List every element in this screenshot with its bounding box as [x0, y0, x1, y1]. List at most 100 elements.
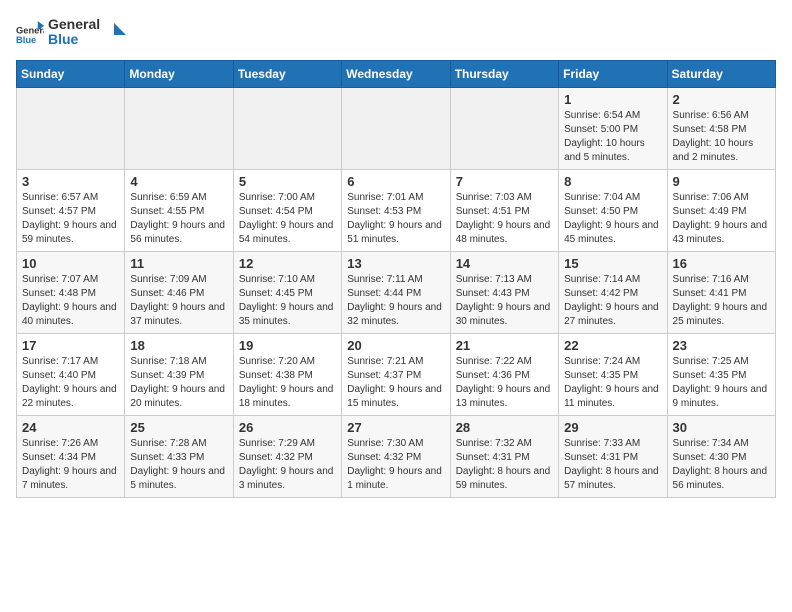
- calendar-table: SundayMondayTuesdayWednesdayThursdayFrid…: [16, 60, 776, 498]
- day-number: 28: [456, 420, 553, 435]
- day-header-sunday: Sunday: [17, 60, 125, 87]
- day-number: 30: [673, 420, 770, 435]
- calendar-cell: 13 Sunrise: 7:11 AM Sunset: 4:44 PM Dayli…: [342, 251, 450, 333]
- day-info: Sunrise: 6:56 AM Sunset: 4:58 PM Dayligh…: [673, 109, 770, 165]
- day-header-monday: Monday: [125, 60, 233, 87]
- day-info: Sunrise: 6:54 AM Sunset: 5:00 PM Dayligh…: [564, 109, 661, 165]
- day-header-wednesday: Wednesday: [342, 60, 450, 87]
- day-number: 24: [22, 420, 119, 435]
- day-header-thursday: Thursday: [450, 60, 558, 87]
- day-number: 3: [22, 174, 119, 189]
- day-info: Sunrise: 7:03 AM Sunset: 4:51 PM Dayligh…: [456, 191, 553, 247]
- day-info: Sunrise: 7:28 AM Sunset: 4:33 PM Dayligh…: [130, 437, 227, 493]
- calendar-cell: 12 Sunrise: 7:10 AM Sunset: 4:45 PM Dayli…: [233, 251, 341, 333]
- day-info: Sunrise: 7:01 AM Sunset: 4:53 PM Dayligh…: [347, 191, 444, 247]
- day-info: Sunrise: 7:32 AM Sunset: 4:31 PM Dayligh…: [456, 437, 553, 493]
- day-number: 14: [456, 256, 553, 271]
- calendar-cell: 28 Sunrise: 7:32 AM Sunset: 4:31 PM Dayli…: [450, 415, 558, 497]
- day-number: 4: [130, 174, 227, 189]
- day-info: Sunrise: 7:29 AM Sunset: 4:32 PM Dayligh…: [239, 437, 336, 493]
- calendar-cell: 16Sunrise: 7:16 AM Sunset: 4:41 PM Dayli…: [667, 251, 775, 333]
- day-number: 19: [239, 338, 336, 353]
- calendar-cell: 1 Sunrise: 6:54 AM Sunset: 5:00 PM Daylig…: [559, 87, 667, 169]
- logo-blue-text: Blue: [48, 31, 100, 48]
- day-number: 11: [130, 256, 227, 271]
- day-number: 22: [564, 338, 661, 353]
- day-info: Sunrise: 7:16 AM Sunset: 4:41 PM Dayligh…: [673, 273, 770, 329]
- calendar-cell: 22 Sunrise: 7:24 AM Sunset: 4:35 PM Dayli…: [559, 333, 667, 415]
- day-info: Sunrise: 7:26 AM Sunset: 4:34 PM Dayligh…: [22, 437, 119, 493]
- day-number: 10: [22, 256, 119, 271]
- calendar-cell: [233, 87, 341, 169]
- logo-icon: General Blue: [16, 18, 44, 46]
- day-info: Sunrise: 7:21 AM Sunset: 4:37 PM Dayligh…: [347, 355, 444, 411]
- day-info: Sunrise: 7:33 AM Sunset: 4:31 PM Dayligh…: [564, 437, 661, 493]
- calendar-week-1: 1 Sunrise: 6:54 AM Sunset: 5:00 PM Daylig…: [17, 87, 776, 169]
- calendar-cell: 27Sunrise: 7:30 AM Sunset: 4:32 PM Dayli…: [342, 415, 450, 497]
- day-number: 20: [347, 338, 444, 353]
- day-info: Sunrise: 7:10 AM Sunset: 4:45 PM Dayligh…: [239, 273, 336, 329]
- calendar-cell: 5 Sunrise: 7:00 AM Sunset: 4:54 PM Daylig…: [233, 169, 341, 251]
- calendar-cell: 25Sunrise: 7:28 AM Sunset: 4:33 PM Dayli…: [125, 415, 233, 497]
- calendar-cell: 20 Sunrise: 7:21 AM Sunset: 4:37 PM Dayli…: [342, 333, 450, 415]
- calendar-cell: 7 Sunrise: 7:03 AM Sunset: 4:51 PM Daylig…: [450, 169, 558, 251]
- day-info: Sunrise: 7:07 AM Sunset: 4:48 PM Dayligh…: [22, 273, 119, 329]
- day-number: 8: [564, 174, 661, 189]
- calendar-week-3: 10 Sunrise: 7:07 AM Sunset: 4:48 PM Dayli…: [17, 251, 776, 333]
- day-info: Sunrise: 7:09 AM Sunset: 4:46 PM Dayligh…: [130, 273, 227, 329]
- calendar-cell: [342, 87, 450, 169]
- day-info: Sunrise: 7:22 AM Sunset: 4:36 PM Dayligh…: [456, 355, 553, 411]
- day-header-tuesday: Tuesday: [233, 60, 341, 87]
- day-number: 26: [239, 420, 336, 435]
- day-info: Sunrise: 7:11 AM Sunset: 4:44 PM Dayligh…: [347, 273, 444, 329]
- calendar-week-2: 3 Sunrise: 6:57 AM Sunset: 4:57 PM Daylig…: [17, 169, 776, 251]
- day-number: 5: [239, 174, 336, 189]
- calendar-cell: 8Sunrise: 7:04 AM Sunset: 4:50 PM Daylig…: [559, 169, 667, 251]
- header-row: SundayMondayTuesdayWednesdayThursdayFrid…: [17, 60, 776, 87]
- day-number: 13: [347, 256, 444, 271]
- day-info: Sunrise: 6:57 AM Sunset: 4:57 PM Dayligh…: [22, 191, 119, 247]
- calendar-cell: 30Sunrise: 7:34 AM Sunset: 4:30 PM Dayli…: [667, 415, 775, 497]
- day-info: Sunrise: 7:18 AM Sunset: 4:39 PM Dayligh…: [130, 355, 227, 411]
- day-number: 7: [456, 174, 553, 189]
- calendar-cell: [17, 87, 125, 169]
- day-number: 17: [22, 338, 119, 353]
- day-number: 21: [456, 338, 553, 353]
- day-info: Sunrise: 7:00 AM Sunset: 4:54 PM Dayligh…: [239, 191, 336, 247]
- calendar-cell: [125, 87, 233, 169]
- calendar-week-4: 17Sunrise: 7:17 AM Sunset: 4:40 PM Dayli…: [17, 333, 776, 415]
- calendar-cell: 14 Sunrise: 7:13 AM Sunset: 4:43 PM Dayli…: [450, 251, 558, 333]
- day-number: 15: [564, 256, 661, 271]
- day-number: 9: [673, 174, 770, 189]
- day-number: 23: [673, 338, 770, 353]
- day-number: 18: [130, 338, 227, 353]
- calendar-cell: 15Sunrise: 7:14 AM Sunset: 4:42 PM Dayli…: [559, 251, 667, 333]
- calendar-cell: 6 Sunrise: 7:01 AM Sunset: 4:53 PM Daylig…: [342, 169, 450, 251]
- calendar-cell: 23 Sunrise: 7:25 AM Sunset: 4:35 PM Dayli…: [667, 333, 775, 415]
- day-info: Sunrise: 7:13 AM Sunset: 4:43 PM Dayligh…: [456, 273, 553, 329]
- day-info: Sunrise: 7:06 AM Sunset: 4:49 PM Dayligh…: [673, 191, 770, 247]
- day-info: Sunrise: 7:20 AM Sunset: 4:38 PM Dayligh…: [239, 355, 336, 411]
- calendar-cell: 3 Sunrise: 6:57 AM Sunset: 4:57 PM Daylig…: [17, 169, 125, 251]
- day-info: Sunrise: 6:59 AM Sunset: 4:55 PM Dayligh…: [130, 191, 227, 247]
- day-number: 27: [347, 420, 444, 435]
- day-number: 6: [347, 174, 444, 189]
- svg-text:Blue: Blue: [16, 35, 36, 45]
- day-info: Sunrise: 7:25 AM Sunset: 4:35 PM Dayligh…: [673, 355, 770, 411]
- day-header-friday: Friday: [559, 60, 667, 87]
- calendar-cell: 4 Sunrise: 6:59 AM Sunset: 4:55 PM Daylig…: [125, 169, 233, 251]
- day-number: 29: [564, 420, 661, 435]
- logo-triangle-icon: [104, 21, 126, 43]
- calendar-cell: 24 Sunrise: 7:26 AM Sunset: 4:34 PM Dayli…: [17, 415, 125, 497]
- calendar-cell: 21 Sunrise: 7:22 AM Sunset: 4:36 PM Dayli…: [450, 333, 558, 415]
- day-header-saturday: Saturday: [667, 60, 775, 87]
- calendar-cell: 18 Sunrise: 7:18 AM Sunset: 4:39 PM Dayli…: [125, 333, 233, 415]
- calendar-cell: 9 Sunrise: 7:06 AM Sunset: 4:49 PM Daylig…: [667, 169, 775, 251]
- day-info: Sunrise: 7:24 AM Sunset: 4:35 PM Dayligh…: [564, 355, 661, 411]
- day-number: 1: [564, 92, 661, 107]
- calendar-cell: 11 Sunrise: 7:09 AM Sunset: 4:46 PM Dayli…: [125, 251, 233, 333]
- calendar-cell: 29 Sunrise: 7:33 AM Sunset: 4:31 PM Dayli…: [559, 415, 667, 497]
- calendar-cell: [450, 87, 558, 169]
- page-header: General Blue General Blue: [16, 16, 776, 48]
- day-number: 12: [239, 256, 336, 271]
